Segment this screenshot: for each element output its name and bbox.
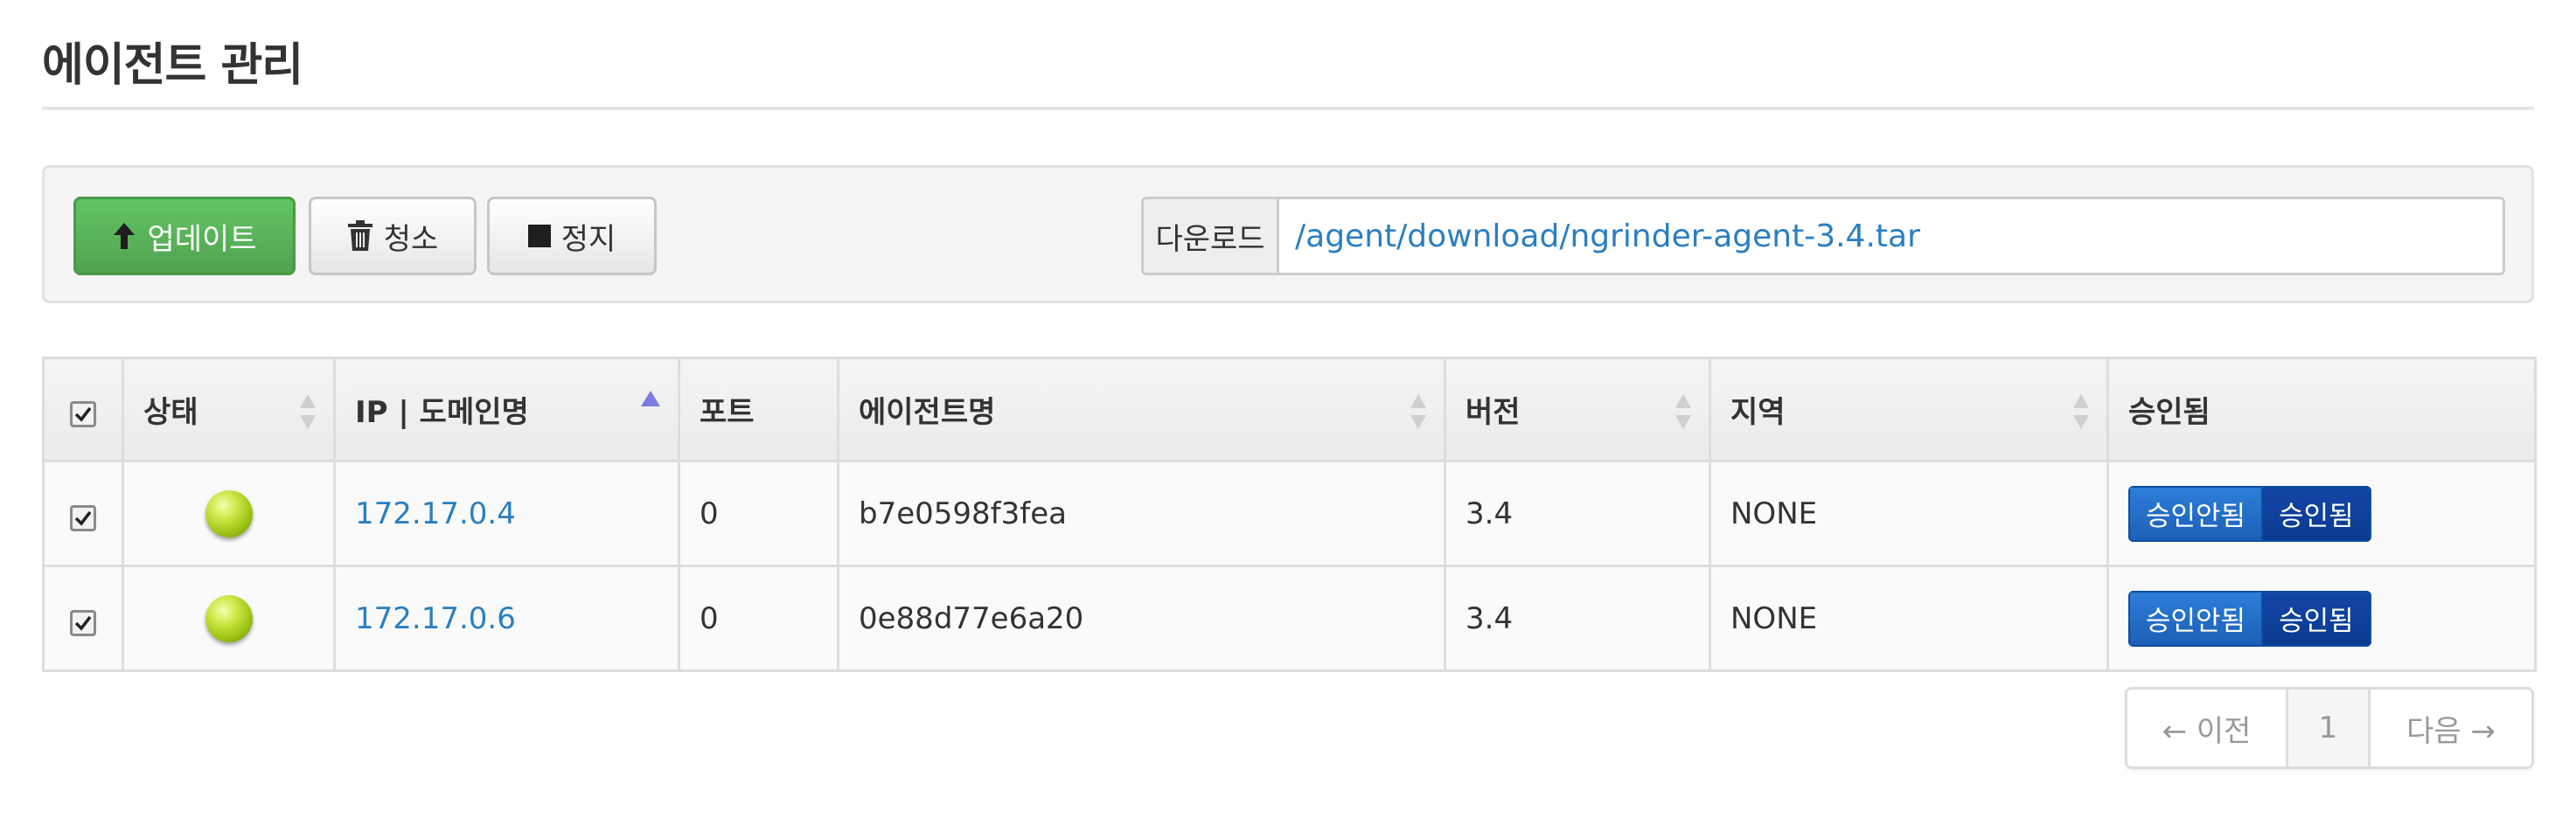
- column-header-version-label: 버전: [1466, 395, 1521, 430]
- page-header: 에이전트 관리: [42, 0, 2534, 110]
- approval-cell: 승인안됨 승인됨: [2106, 460, 2537, 567]
- ip-cell: 172.17.0.6: [333, 565, 680, 672]
- agent-table: 상태 IP | 도메인명 포트 에이전트명 버전 지역 승인됨 172.17.0…: [42, 357, 2537, 672]
- download-link[interactable]: /agent/download/ngrinder-agent-3.4.tar: [1279, 197, 2505, 275]
- column-header-port-label: 포트: [700, 395, 755, 430]
- row-checkbox[interactable]: [70, 505, 96, 531]
- ip-cell: 172.17.0.4: [333, 460, 680, 567]
- port-cell: 0: [678, 565, 839, 672]
- arrow-up-icon: [112, 221, 136, 251]
- region-cell: NONE: [1709, 460, 2109, 567]
- stop-button[interactable]: 정지: [487, 197, 657, 275]
- column-header-ip-label: IP | 도메인명: [355, 395, 529, 430]
- region-cell: NONE: [1709, 565, 2109, 672]
- column-header-ip[interactable]: IP | 도메인명: [333, 357, 680, 462]
- download-group: 다운로드 /agent/download/ngrinder-agent-3.4.…: [1141, 197, 2505, 275]
- sort-icon: [2073, 394, 2089, 429]
- approve-button[interactable]: 승인됨: [2263, 590, 2371, 647]
- clean-button-label: 청소: [383, 221, 439, 257]
- agent-ip-link[interactable]: 172.17.0.6: [355, 601, 516, 636]
- table-row: 172.17.0.4 0 b7e0598f3fea 3.4 NONE 승인안됨 …: [42, 460, 2537, 567]
- column-header-version[interactable]: 버전: [1444, 357, 1711, 462]
- sort-icon: [300, 394, 316, 429]
- stop-icon: [527, 225, 551, 247]
- select-all-checkbox[interactable]: [70, 401, 96, 427]
- column-header-status[interactable]: 상태: [122, 357, 336, 462]
- checkmark-icon: [74, 406, 92, 422]
- prev-page-button[interactable]: ← 이전: [2127, 690, 2288, 766]
- column-header-name-label: 에이전트명: [859, 395, 996, 430]
- disapprove-button[interactable]: 승인안됨: [2128, 485, 2264, 542]
- status-running-icon: [205, 594, 253, 642]
- clean-button[interactable]: 청소: [309, 197, 477, 275]
- disapprove-button[interactable]: 승인안됨: [2128, 590, 2264, 647]
- download-label: 다운로드: [1141, 197, 1279, 275]
- agent-toolbar: 업데이트 청소 정지 다운로드 /agent/download/ngrinder…: [42, 165, 2534, 303]
- agent-ip-link[interactable]: 172.17.0.4: [355, 496, 516, 531]
- stop-button-label: 정지: [560, 221, 616, 257]
- column-header-region-label: 지역: [1730, 395, 1786, 430]
- approval-toggle: 승인안됨 승인됨: [2128, 485, 2371, 542]
- port-cell: 0: [678, 460, 839, 567]
- version-cell: 3.4: [1444, 460, 1711, 567]
- agent-name-cell: 0e88d77e6a20: [837, 565, 1446, 672]
- update-button[interactable]: 업데이트: [73, 197, 296, 275]
- agent-name-cell: b7e0598f3fea: [837, 460, 1446, 567]
- update-button-label: 업데이트: [147, 221, 257, 257]
- row-select-cell: [42, 565, 124, 672]
- next-page-button[interactable]: 다음 →: [2371, 690, 2531, 766]
- approve-button[interactable]: 승인됨: [2263, 485, 2371, 542]
- select-all-header: [42, 357, 124, 462]
- column-header-name[interactable]: 에이전트명: [837, 357, 1446, 462]
- column-header-approved: 승인됨: [2106, 357, 2537, 462]
- table-header-row: 상태 IP | 도메인명 포트 에이전트명 버전 지역 승인됨: [42, 357, 2537, 462]
- status-cell: [122, 460, 336, 567]
- checkmark-icon: [74, 510, 92, 526]
- checkmark-icon: [74, 615, 92, 631]
- sort-icon: [1410, 394, 1426, 429]
- trash-icon: [347, 220, 373, 252]
- column-header-approved-label: 승인됨: [2128, 395, 2210, 430]
- column-header-region[interactable]: 지역: [1709, 357, 2109, 462]
- status-cell: [122, 565, 336, 672]
- approval-toggle: 승인안됨 승인됨: [2128, 590, 2371, 647]
- page-title: 에이전트 관리: [42, 39, 303, 92]
- row-checkbox[interactable]: [70, 610, 96, 636]
- sort-icon: [1675, 394, 1691, 429]
- row-select-cell: [42, 460, 124, 567]
- table-row: 172.17.0.6 0 0e88d77e6a20 3.4 NONE 승인안됨 …: [42, 565, 2537, 672]
- approval-cell: 승인안됨 승인됨: [2106, 565, 2537, 672]
- pagination: ← 이전 1 다음 →: [2125, 687, 2534, 769]
- sort-ascending-icon: [641, 391, 660, 406]
- page-number-current[interactable]: 1: [2288, 690, 2371, 766]
- column-header-port: 포트: [678, 357, 839, 462]
- version-cell: 3.4: [1444, 565, 1711, 672]
- status-running-icon: [205, 489, 253, 537]
- column-header-status-label: 상태: [143, 395, 198, 430]
